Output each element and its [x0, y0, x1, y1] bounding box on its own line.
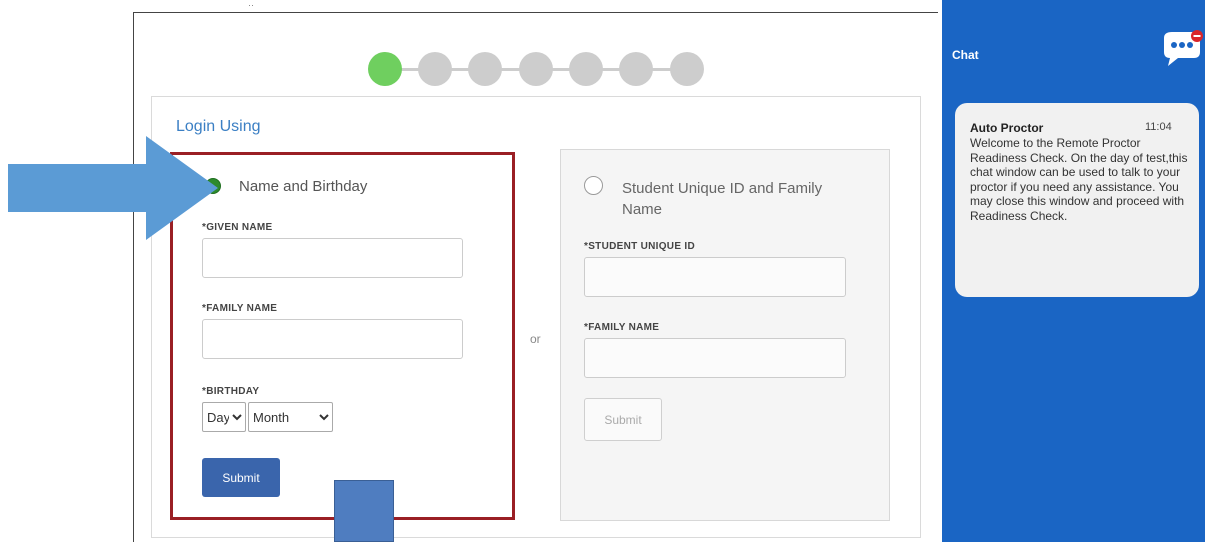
id-family-name-label: *FAMILY NAME — [584, 322, 660, 333]
step-dot — [368, 52, 402, 86]
step-dot — [519, 52, 553, 86]
student-id-input[interactable] — [584, 257, 846, 297]
student-id-radio[interactable] — [584, 176, 603, 195]
highlight-marker — [334, 480, 394, 542]
family-name-input[interactable] — [202, 319, 463, 359]
pointer-arrow-icon — [8, 136, 218, 240]
or-separator: or — [530, 332, 541, 346]
step-dot — [670, 52, 704, 86]
window-left-border — [133, 12, 134, 542]
name-submit-button[interactable]: Submit — [202, 458, 280, 497]
chat-sender: Auto Proctor — [970, 121, 1044, 135]
login-title: Login Using — [176, 118, 261, 135]
step-progress — [368, 52, 704, 86]
name-birthday-label: Name and Birthday — [239, 178, 368, 195]
step-dot — [569, 52, 603, 86]
chat-message-text: Welcome to the Remote Proctor Readiness … — [970, 136, 1188, 223]
id-submit-button[interactable]: Submit — [584, 398, 662, 441]
top-glyph: ·· — [248, 0, 254, 10]
step-dot — [418, 52, 452, 86]
month-select[interactable]: Month — [248, 402, 333, 432]
family-name-label: *FAMILY NAME — [202, 303, 278, 314]
birthday-label: *BIRTHDAY — [202, 386, 260, 397]
chat-panel: Chat — [942, 0, 1205, 542]
step-dot — [619, 52, 653, 86]
chat-time: 11:04 — [1145, 121, 1172, 133]
student-id-option-label: Student Unique ID and Family Name — [622, 180, 823, 218]
chat-title: Chat — [952, 48, 979, 62]
given-name-input[interactable] — [202, 238, 463, 278]
student-id-label: *STUDENT UNIQUE ID — [584, 241, 695, 252]
step-dot — [468, 52, 502, 86]
window-top-border — [133, 12, 938, 13]
chat-bubble-icon[interactable] — [1160, 28, 1204, 68]
id-family-name-input[interactable] — [584, 338, 846, 378]
day-select[interactable]: Day — [202, 402, 246, 432]
